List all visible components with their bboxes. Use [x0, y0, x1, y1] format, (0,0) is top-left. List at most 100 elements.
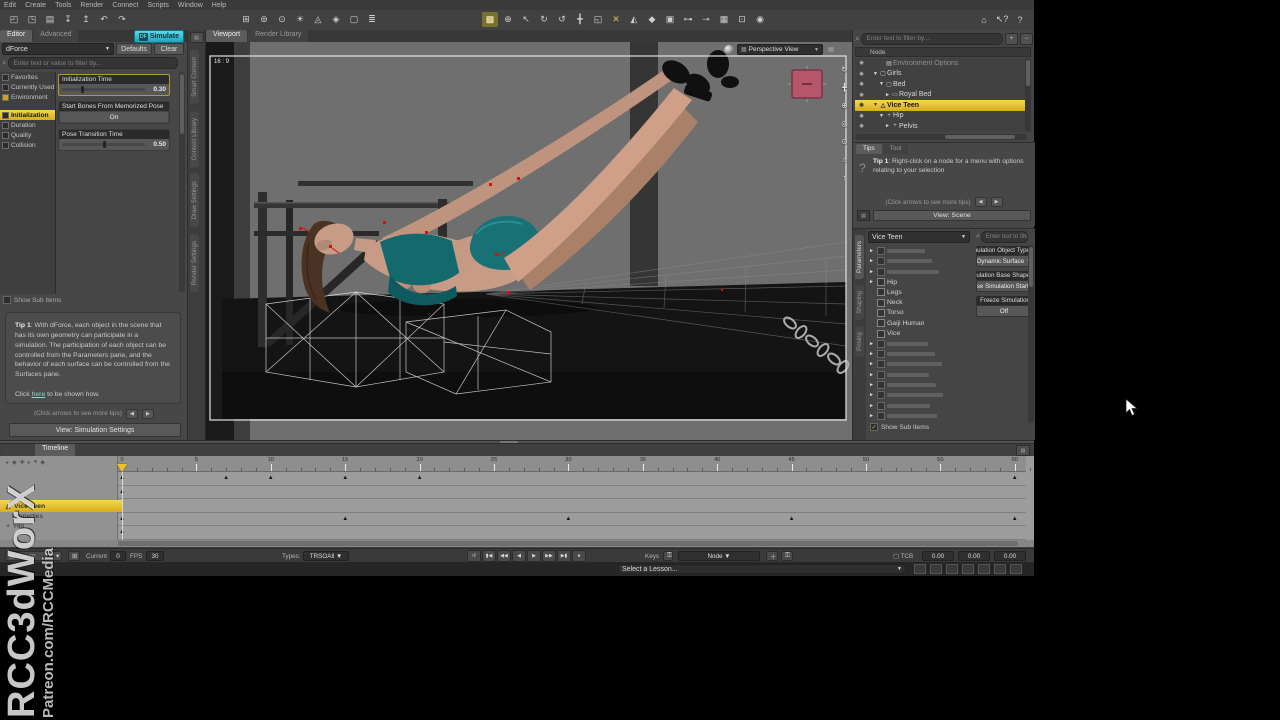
- product-icon[interactable]: [877, 371, 885, 379]
- node-checkbox-icon[interactable]: [877, 288, 885, 296]
- pointer-tool-icon[interactable]: ↖: [518, 12, 534, 27]
- timeline-track[interactable]: ▲: [118, 526, 1026, 540]
- simulate-button[interactable]: DF Simulate: [134, 30, 184, 43]
- slider-handle[interactable]: [103, 141, 106, 148]
- scene-tree-row[interactable]: ◉▼+Hip: [855, 111, 1027, 122]
- sim-group-item-quality[interactable]: Quality: [0, 130, 55, 140]
- keyframe-marker[interactable]: ▲: [789, 516, 795, 522]
- sim-object-type-dropdown[interactable]: Dynamic Surface▼: [976, 255, 1032, 267]
- sim-group-item-initialization[interactable]: Initialization: [0, 110, 55, 120]
- viewport-3d-canvas[interactable]: 16 : 9 ▦ Perspective View ▼ ▤ ↻╋⊕◎⊙⌂↑: [206, 42, 852, 440]
- go-end-button[interactable]: ●: [572, 550, 586, 562]
- types-dropdown[interactable]: TRSOAll ▼: [303, 551, 349, 561]
- import-icon[interactable]: ↧: [60, 12, 76, 27]
- help-icon[interactable]: ?: [1012, 12, 1028, 27]
- param-node-row[interactable]: Gaiji Human: [868, 318, 972, 328]
- translate-tool-icon[interactable]: ╋: [572, 12, 588, 27]
- expander-icon[interactable]: ►: [868, 248, 875, 254]
- keys-node-dropdown[interactable]: Node ▼: [678, 551, 760, 561]
- start-bones-toggle[interactable]: On: [60, 112, 168, 122]
- node-selector-dropdown[interactable]: Vice Teen ▼: [868, 231, 970, 243]
- tip-here-link[interactable]: here: [32, 391, 46, 398]
- surface-tool-icon[interactable]: ◆: [644, 12, 660, 27]
- view-scene-button[interactable]: View: Scene: [873, 210, 1031, 221]
- keyframe-marker[interactable]: ▲: [223, 475, 229, 481]
- menu-window[interactable]: Window: [178, 2, 203, 9]
- aim-icon[interactable]: ⊙: [839, 136, 850, 147]
- dolly-icon[interactable]: ⊕: [839, 100, 850, 111]
- new-null-icon[interactable]: ◈: [328, 12, 344, 27]
- range-button[interactable]: ▤ Range: [5, 551, 49, 561]
- product-icon[interactable]: [877, 412, 885, 420]
- next-tip-button[interactable]: ▶: [991, 197, 1003, 207]
- timeline-track[interactable]: ▲▲▲▲▲▲: [118, 472, 1026, 486]
- visibility-eye-icon[interactable]: ◉: [857, 60, 866, 66]
- node-tool-icon[interactable]: ⊸: [698, 12, 714, 27]
- param-node-row[interactable]: ►: [868, 359, 972, 369]
- tab-viewport[interactable]: Viewport: [206, 30, 247, 42]
- node-checkbox-icon[interactable]: [877, 247, 885, 255]
- rotate-tool-icon[interactable]: ↻: [536, 12, 552, 27]
- lesson-toolbar-button-6[interactable]: [1010, 564, 1022, 574]
- timeline-tracks[interactable]: ▲▲▲▲▲▲▲▲▲▲▲▲▲: [118, 472, 1026, 540]
- timeline-scrollbar[interactable]: [0, 540, 1034, 547]
- delete-key-button[interactable]: ⚿: [781, 551, 793, 561]
- scene-hscrollbar[interactable]: [855, 134, 1027, 140]
- visibility-eye-icon[interactable]: ◉: [857, 123, 866, 129]
- track-list-row-vice-teen[interactable]: △Vice Teen: [0, 500, 122, 512]
- new-primitive-icon[interactable]: ◬: [310, 12, 326, 27]
- visibility-eye-icon[interactable]: ◉: [857, 81, 866, 87]
- dforce-preset-dropdown[interactable]: dForce ▼: [2, 43, 114, 55]
- expander-icon[interactable]: ►: [868, 351, 875, 357]
- node-checkbox-icon[interactable]: [877, 309, 885, 317]
- param-node-row[interactable]: ►Hip: [868, 277, 972, 287]
- expander-icon[interactable]: ►: [868, 341, 875, 347]
- node-checkbox-icon[interactable]: [877, 330, 885, 338]
- pan-icon[interactable]: ╋: [839, 82, 850, 93]
- timeline-menu-icon[interactable]: ▤: [1016, 445, 1030, 456]
- layout-options-icon[interactable]: ≣: [364, 12, 380, 27]
- params-scrollbar[interactable]: [1028, 245, 1034, 423]
- timeline-secondary-tab[interactable]: [2, 444, 34, 456]
- dock-tab-content-library[interactable]: Content Library: [190, 111, 199, 167]
- twist-tool-icon[interactable]: ↺: [554, 12, 570, 27]
- expander-icon[interactable]: ►: [884, 92, 891, 98]
- scene-tree-row[interactable]: ◉►▭Royal Bed: [855, 90, 1027, 101]
- expander-icon[interactable]: ▼: [878, 81, 885, 87]
- tcb-value-0[interactable]: 0.00: [922, 551, 954, 561]
- timeline-ruler[interactable]: 051015202530354045505560: [118, 456, 1026, 472]
- home-icon[interactable]: ⌂: [839, 154, 850, 165]
- lesson-toolbar-button-4[interactable]: [978, 564, 990, 574]
- product-icon[interactable]: [877, 391, 885, 399]
- expander-icon[interactable]: ►: [884, 123, 891, 129]
- expander-icon[interactable]: ►: [868, 258, 875, 264]
- sim-group-item-duration[interactable]: Duration: [0, 120, 55, 130]
- node-checkbox-icon[interactable]: [877, 319, 885, 327]
- prev-key-button[interactable]: ◀◀: [497, 550, 511, 562]
- param-node-row[interactable]: ►: [868, 370, 972, 380]
- expander-icon[interactable]: ►: [868, 392, 875, 398]
- render-camera-icon[interactable]: ◉: [752, 12, 768, 27]
- expand-all-button[interactable]: +: [1005, 33, 1018, 45]
- menu-render[interactable]: Render: [80, 2, 103, 9]
- param-node-row[interactable]: ►: [868, 339, 972, 349]
- visibility-eye-icon[interactable]: ◉: [857, 113, 866, 119]
- menu-help[interactable]: Help: [212, 2, 226, 9]
- node-checkbox-icon[interactable]: [877, 278, 885, 286]
- measure-tool-icon[interactable]: ▦: [716, 12, 732, 27]
- scene-tree-row[interactable]: ◉▼△Vice Teen: [855, 100, 1027, 111]
- menu-create[interactable]: Create: [25, 2, 46, 9]
- expander-icon[interactable]: ▼: [878, 113, 885, 119]
- key-icon[interactable]: ⚿: [663, 551, 673, 561]
- universal-tool-icon[interactable]: ⊕: [500, 12, 516, 27]
- expander-icon[interactable]: ►: [868, 372, 875, 378]
- new-group-icon[interactable]: ▢: [346, 12, 362, 27]
- initialization-time-slider[interactable]: 0.30: [59, 84, 169, 95]
- param-node-row[interactable]: ►: [868, 256, 972, 266]
- tcb-value-2[interactable]: 0.00: [994, 551, 1026, 561]
- select-lesson-dropdown[interactable]: Select a Lesson... ▼: [618, 564, 906, 574]
- prev-tip-button[interactable]: ◀: [975, 197, 987, 207]
- play-button[interactable]: ▶: [527, 550, 541, 562]
- visibility-eye-icon[interactable]: ◉: [857, 71, 866, 77]
- menu-tools[interactable]: Tools: [55, 2, 71, 9]
